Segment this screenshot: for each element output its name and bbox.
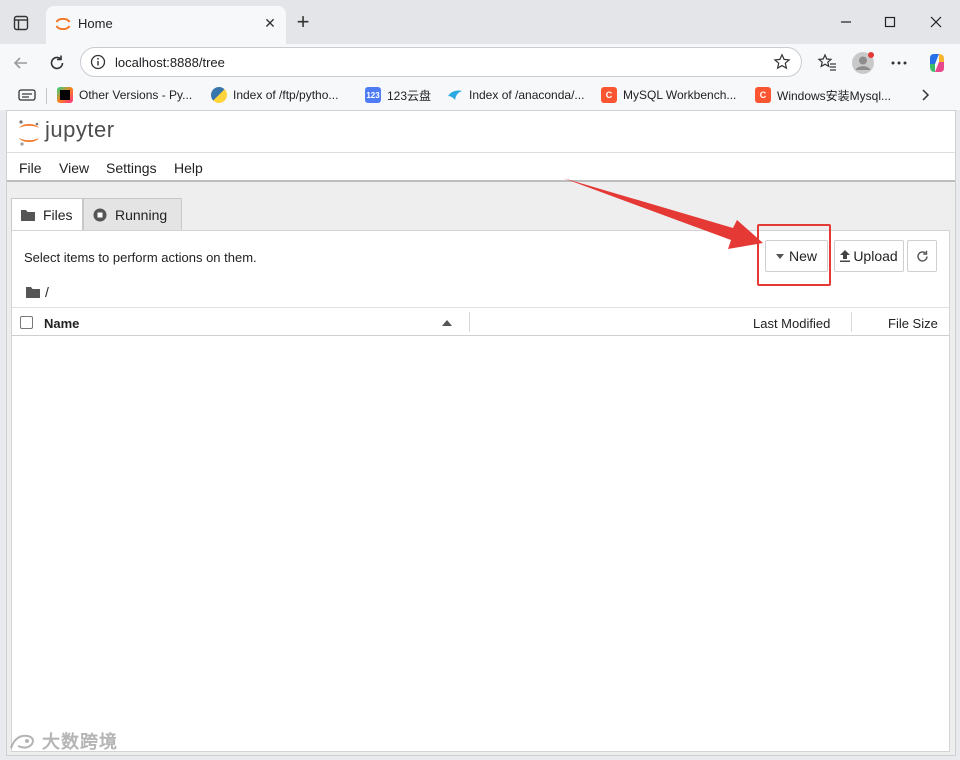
- pan123-icon: 123: [365, 87, 381, 103]
- jupyter-logo-icon[interactable]: [17, 119, 41, 147]
- back-icon[interactable]: [8, 50, 34, 76]
- folder-icon[interactable]: [26, 286, 40, 298]
- jupyter-header: jupyter: [7, 111, 955, 153]
- favorites-icon[interactable]: [814, 50, 840, 76]
- copilot-icon[interactable]: [924, 50, 950, 76]
- column-name[interactable]: Name: [44, 316, 79, 331]
- column-resize-handle[interactable]: [469, 312, 470, 332]
- jupyter-menubar: File View Settings Help: [7, 153, 955, 182]
- maximize-icon[interactable]: [878, 10, 902, 34]
- tab-actions-icon[interactable]: [10, 12, 32, 34]
- more-menu-icon[interactable]: [886, 50, 912, 76]
- watermark-logo-icon: [10, 734, 34, 749]
- folder-icon: [21, 210, 35, 221]
- upload-button-label: Upload: [853, 248, 898, 264]
- bookmark-item-2[interactable]: 123 123云盘: [365, 86, 431, 104]
- bookmark-label: Index of /ftp/pytho...: [233, 88, 339, 102]
- tab-title: Home: [78, 16, 113, 31]
- python-icon: [211, 87, 227, 103]
- upload-button[interactable]: Upload: [834, 240, 904, 272]
- bookmark-item-1[interactable]: Index of /ftp/pytho...: [211, 86, 338, 104]
- bookmark-label: 123云盘: [387, 88, 432, 103]
- csdn-icon: C: [755, 87, 771, 103]
- browser-toolbar: localhost:8888/tree: [0, 44, 960, 80]
- anaconda-icon: [447, 87, 463, 103]
- tab-running[interactable]: Running: [83, 198, 182, 230]
- browser-tab-home[interactable]: Home ✕: [46, 6, 286, 44]
- tab-files-label: Files: [43, 207, 73, 223]
- bookmark-item-5[interactable]: C Windows安装Mysql...: [755, 86, 891, 104]
- chevron-right-icon[interactable]: [912, 82, 938, 108]
- url-field[interactable]: localhost:8888/tree: [80, 47, 802, 77]
- minimize-icon[interactable]: [834, 10, 858, 34]
- close-tab-icon[interactable]: ✕: [262, 15, 278, 31]
- csdn-icon: C: [601, 87, 617, 103]
- jupyter-favicon-icon: [55, 17, 71, 31]
- column-file-size[interactable]: File Size: [888, 316, 938, 331]
- menu-file[interactable]: File: [19, 160, 42, 176]
- jupyter-logo-text: jupyter: [45, 117, 115, 142]
- profile-avatar-icon[interactable]: [850, 50, 876, 76]
- new-tab-icon[interactable]: +: [292, 11, 314, 34]
- url-text: localhost:8888/tree: [115, 55, 225, 70]
- running-stop-icon: [93, 208, 107, 221]
- bookmark-label: Windows安装Mysql...: [777, 88, 892, 103]
- upload-icon: [840, 250, 851, 262]
- menu-view[interactable]: View: [59, 160, 89, 176]
- refresh-icon[interactable]: [44, 50, 70, 76]
- bookmark-item-0[interactable]: Other Versions - Py...: [57, 86, 192, 104]
- bookmark-item-3[interactable]: Index of /anaconda/...: [447, 86, 584, 104]
- highlight-annotation-box: [757, 224, 831, 286]
- menu-help[interactable]: Help: [174, 160, 203, 176]
- select-all-checkbox[interactable]: [20, 316, 33, 329]
- bookmark-label: MySQL Workbench...: [623, 88, 737, 102]
- watermark-text: 大数跨境: [42, 732, 118, 752]
- sort-ascending-icon[interactable]: [442, 320, 452, 326]
- close-window-icon[interactable]: [924, 10, 948, 34]
- site-info-icon[interactable]: [90, 54, 106, 70]
- refresh-list-button[interactable]: [907, 240, 937, 272]
- browser-titlebar: Home ✕ +: [0, 0, 960, 44]
- file-browser-panel: Select items to perform actions on them.…: [11, 230, 950, 752]
- bookmarks-bar: Other Versions - Py... Index of /ftp/pyt…: [0, 80, 960, 110]
- selection-hint: Select items to perform actions on them.: [24, 250, 257, 265]
- reading-list-icon[interactable]: [14, 82, 40, 108]
- bookmark-label: Index of /anaconda/...: [469, 88, 585, 102]
- tab-running-label: Running: [115, 206, 168, 223]
- column-resize-handle[interactable]: [851, 312, 852, 332]
- bookmarks-separator: [46, 88, 47, 104]
- breadcrumb: /: [26, 283, 49, 301]
- watermark: 大数跨境: [8, 728, 118, 754]
- breadcrumb-root[interactable]: /: [45, 284, 49, 300]
- pycharm-icon: [57, 87, 73, 103]
- refresh-icon: [916, 250, 928, 262]
- file-list-header: Name Last Modified File Size: [12, 307, 949, 336]
- jupyter-page: jupyter File View Settings Help Files Ru…: [6, 110, 956, 756]
- bookmark-item-4[interactable]: C MySQL Workbench...: [601, 86, 736, 104]
- menu-settings[interactable]: Settings: [106, 160, 157, 176]
- column-last-modified[interactable]: Last Modified: [753, 316, 830, 331]
- bookmark-label: Other Versions - Py...: [79, 88, 193, 102]
- tab-files[interactable]: Files: [11, 198, 83, 231]
- favorite-star-icon[interactable]: [773, 53, 791, 71]
